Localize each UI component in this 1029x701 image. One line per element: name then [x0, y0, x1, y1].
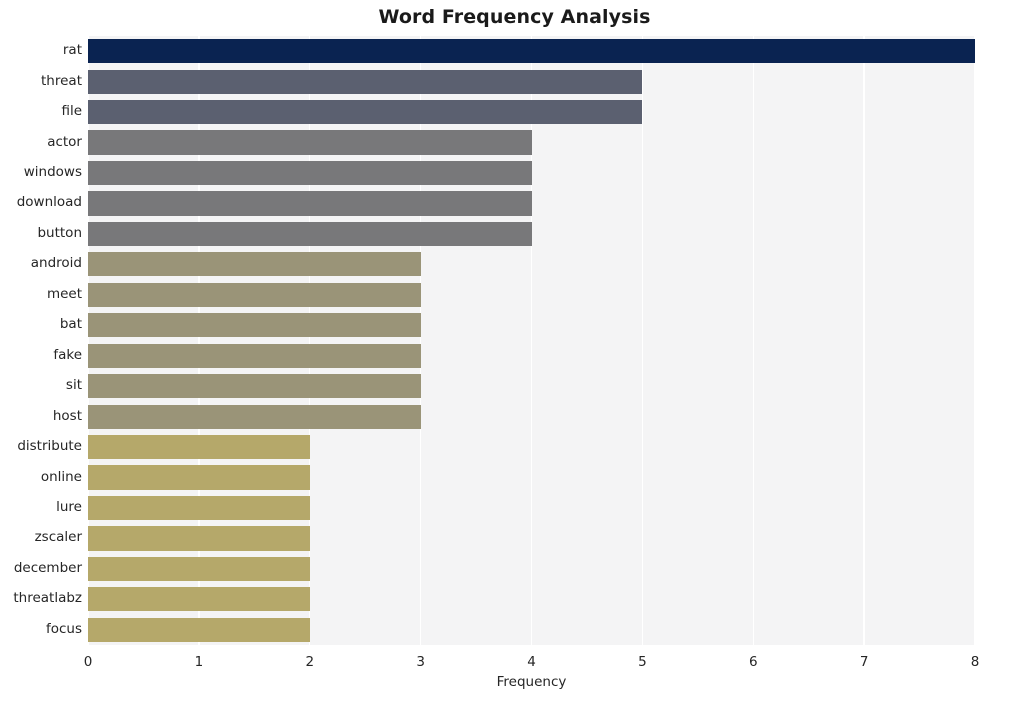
bar-row — [88, 374, 975, 399]
bar-rat — [88, 39, 975, 64]
bar-threat — [88, 69, 643, 94]
bar-fake — [88, 343, 421, 368]
bar-row — [88, 160, 975, 186]
bar-row — [88, 191, 975, 216]
bar-online — [88, 465, 310, 490]
y-tick-label-host: host — [52, 407, 82, 424]
x-tick-label-8: 8 — [970, 654, 980, 670]
y-tick-label-download: download — [16, 194, 82, 211]
x-tick-label-4: 4 — [527, 654, 536, 670]
x-tick-label-5: 5 — [638, 654, 647, 670]
bar-threatlabz — [88, 587, 310, 612]
y-tick-label-threatlabz: threatlabz — [13, 590, 82, 607]
bar-row — [88, 252, 975, 277]
bar-android — [88, 252, 421, 277]
y-tick-label-distribute: distribute — [17, 438, 82, 455]
bar-meet — [88, 282, 421, 307]
x-tick-label-7: 7 — [859, 654, 869, 670]
bar-row — [88, 465, 975, 490]
bar-focus — [88, 617, 310, 642]
y-tick-label-lure: lure — [56, 498, 82, 515]
bar-row — [88, 100, 975, 125]
y-axis-tick-labels: rat threat file actor windows download button a… — [0, 36, 82, 645]
y-tick-label-rat: rat — [62, 42, 82, 59]
bar-download — [88, 191, 532, 216]
bar-zscaler — [88, 526, 310, 551]
word-frequency-chart: Word Frequency Analysis rat threat file act… — [0, 0, 1029, 701]
bar-bat — [88, 313, 421, 338]
y-tick-label-windows: windows — [23, 164, 82, 181]
x-axis-tick-labels: 0 1 2 3 4 5 6 7 8 — [84, 645, 980, 673]
plot-area — [88, 36, 975, 645]
bar-row — [88, 69, 975, 94]
y-tick-label-file: file — [61, 103, 82, 120]
y-tick-label-actor: actor — [47, 133, 82, 150]
bar-row — [88, 130, 975, 155]
y-tick-label-sit: sit — [65, 377, 82, 394]
bar-row — [88, 404, 975, 429]
bar-file — [88, 100, 643, 125]
bar-row — [88, 39, 975, 64]
bar-row — [88, 221, 975, 247]
bar-lure — [88, 495, 310, 521]
bar-host — [88, 404, 421, 429]
bar-row — [88, 495, 975, 521]
y-tick-label-android: android — [30, 255, 82, 272]
y-tick-label-bat: bat — [59, 316, 82, 333]
bar-button — [88, 221, 532, 247]
bar-row — [88, 282, 975, 307]
bar-windows — [88, 160, 532, 186]
bar-row — [88, 526, 975, 551]
bar-series — [88, 36, 975, 645]
y-tick-label-threat: threat — [41, 72, 82, 89]
bar-row — [88, 617, 975, 642]
y-tick-label-meet: meet — [46, 285, 82, 302]
bar-row — [88, 434, 975, 460]
y-tick-label-button: button — [37, 224, 82, 241]
bar-row — [88, 587, 975, 612]
bar-distribute — [88, 434, 310, 460]
bar-row — [88, 556, 975, 581]
x-axis-title: Frequency — [496, 674, 567, 690]
chart-title: Word Frequency Analysis — [378, 6, 651, 28]
y-tick-label-online: online — [40, 468, 82, 485]
x-tick-label-6: 6 — [748, 654, 758, 670]
y-tick-label-focus: focus — [45, 620, 82, 637]
y-tick-label-fake: fake — [53, 346, 82, 363]
x-tick-label-0: 0 — [83, 654, 93, 670]
bar-row — [88, 343, 975, 368]
bar-actor — [88, 130, 532, 155]
x-tick-label-2: 2 — [305, 654, 315, 670]
x-tick-label-3: 3 — [416, 654, 425, 670]
bar-december — [88, 556, 310, 581]
y-tick-label-december: december — [13, 559, 82, 576]
bar-sit — [88, 374, 421, 399]
y-tick-label-zscaler: zscaler — [34, 529, 82, 546]
x-tick-label-1: 1 — [194, 654, 204, 670]
bar-row — [88, 313, 975, 338]
